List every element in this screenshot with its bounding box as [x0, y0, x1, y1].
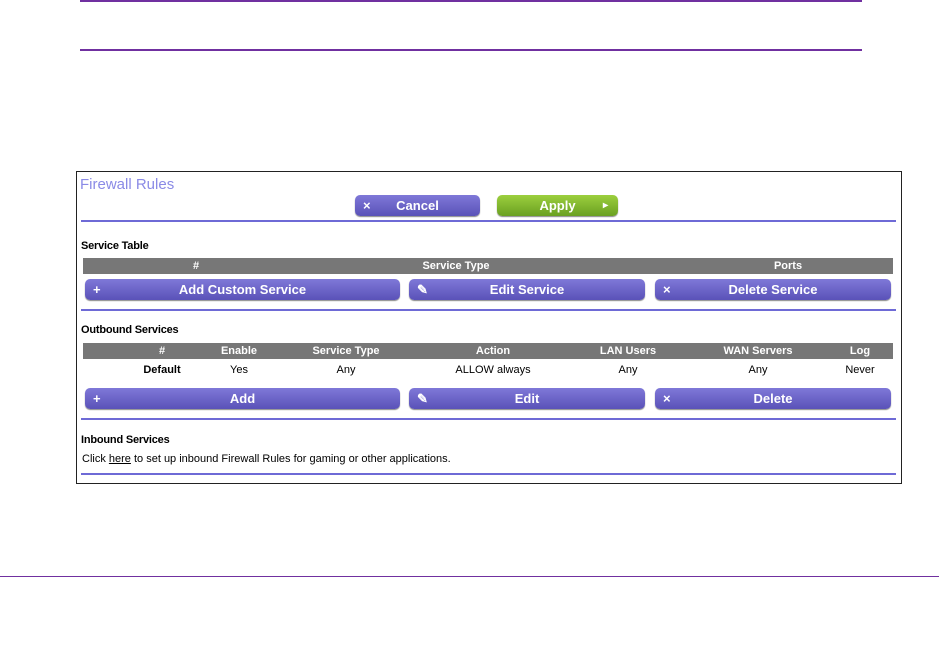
- edit-service-label: Edit Service: [489, 282, 565, 297]
- col-lan-users: LAN Users: [599, 345, 657, 357]
- col-number: #: [192, 260, 200, 272]
- table-row[interactable]: Default Yes Any ALLOW always Any Any Nev…: [83, 362, 893, 378]
- apply-button[interactable]: Apply ▸: [497, 195, 618, 216]
- delete-button[interactable]: × Delete: [655, 388, 891, 409]
- cell-action: ALLOW always: [455, 364, 531, 376]
- delete-service-button[interactable]: × Delete Service: [655, 279, 891, 300]
- top-rule-2: [80, 49, 862, 51]
- add-custom-service-label: Add Custom Service: [178, 282, 307, 297]
- col-wan-servers: WAN Servers: [723, 345, 793, 357]
- plus-icon: +: [93, 391, 101, 406]
- close-icon: ×: [663, 282, 671, 297]
- cell-enable: Yes: [230, 364, 248, 376]
- inbound-pre: Click: [82, 453, 109, 465]
- cell-number: Default: [143, 364, 181, 376]
- col-ports: Ports: [773, 260, 803, 272]
- firewall-rules-panel: Firewall Rules × Cancel Apply ▸ Service …: [76, 171, 902, 484]
- top-rule: [80, 0, 862, 2]
- inbound-description: Click here to set up inbound Firewall Ru…: [82, 453, 451, 465]
- edit-label: Edit: [514, 391, 540, 406]
- page-title: Firewall Rules: [80, 176, 175, 193]
- col-enable: Enable: [220, 345, 258, 357]
- inbound-services-heading: Inbound Services: [81, 434, 170, 446]
- divider: [81, 473, 896, 475]
- edit-button[interactable]: ✎ Edit: [409, 388, 645, 409]
- cell-wan-servers: Any: [748, 364, 768, 376]
- col-service-type: Service Type: [312, 345, 380, 357]
- divider: [81, 220, 896, 222]
- cell-log: Never: [845, 364, 875, 376]
- service-table-heading: Service Table: [81, 240, 149, 252]
- bottom-rule: [0, 576, 939, 577]
- outbound-services-heading: Outbound Services: [81, 324, 179, 336]
- col-number: #: [158, 345, 166, 357]
- cell-service-type: Any: [336, 364, 356, 376]
- col-service-type: Service Type: [422, 260, 490, 272]
- service-table-header: # Service Type Ports: [83, 258, 893, 274]
- cell-lan-users: Any: [618, 364, 638, 376]
- cancel-label: Cancel: [396, 198, 439, 213]
- pencil-icon: ✎: [417, 390, 428, 406]
- delete-service-label: Delete Service: [728, 282, 818, 297]
- add-button[interactable]: + Add: [85, 388, 400, 409]
- pencil-icon: ✎: [417, 281, 428, 297]
- add-label: Add: [229, 391, 256, 406]
- delete-label: Delete: [753, 391, 793, 406]
- outbound-table-header: # Enable Service Type Action LAN Users W…: [83, 343, 893, 359]
- cancel-button[interactable]: × Cancel: [355, 195, 480, 216]
- edit-service-button[interactable]: ✎ Edit Service: [409, 279, 645, 300]
- close-icon: ×: [363, 198, 371, 213]
- close-icon: ×: [663, 391, 671, 406]
- col-action: Action: [475, 345, 511, 357]
- plus-icon: +: [93, 282, 101, 297]
- col-log: Log: [849, 345, 871, 357]
- divider: [81, 309, 896, 311]
- inbound-post: to set up inbound Firewall Rules for gam…: [130, 453, 451, 465]
- arrow-right-icon: ▸: [602, 200, 608, 211]
- add-custom-service-button[interactable]: + Add Custom Service: [85, 279, 400, 300]
- divider: [81, 418, 896, 420]
- apply-label: Apply: [539, 198, 576, 213]
- here-link[interactable]: here: [109, 453, 131, 465]
